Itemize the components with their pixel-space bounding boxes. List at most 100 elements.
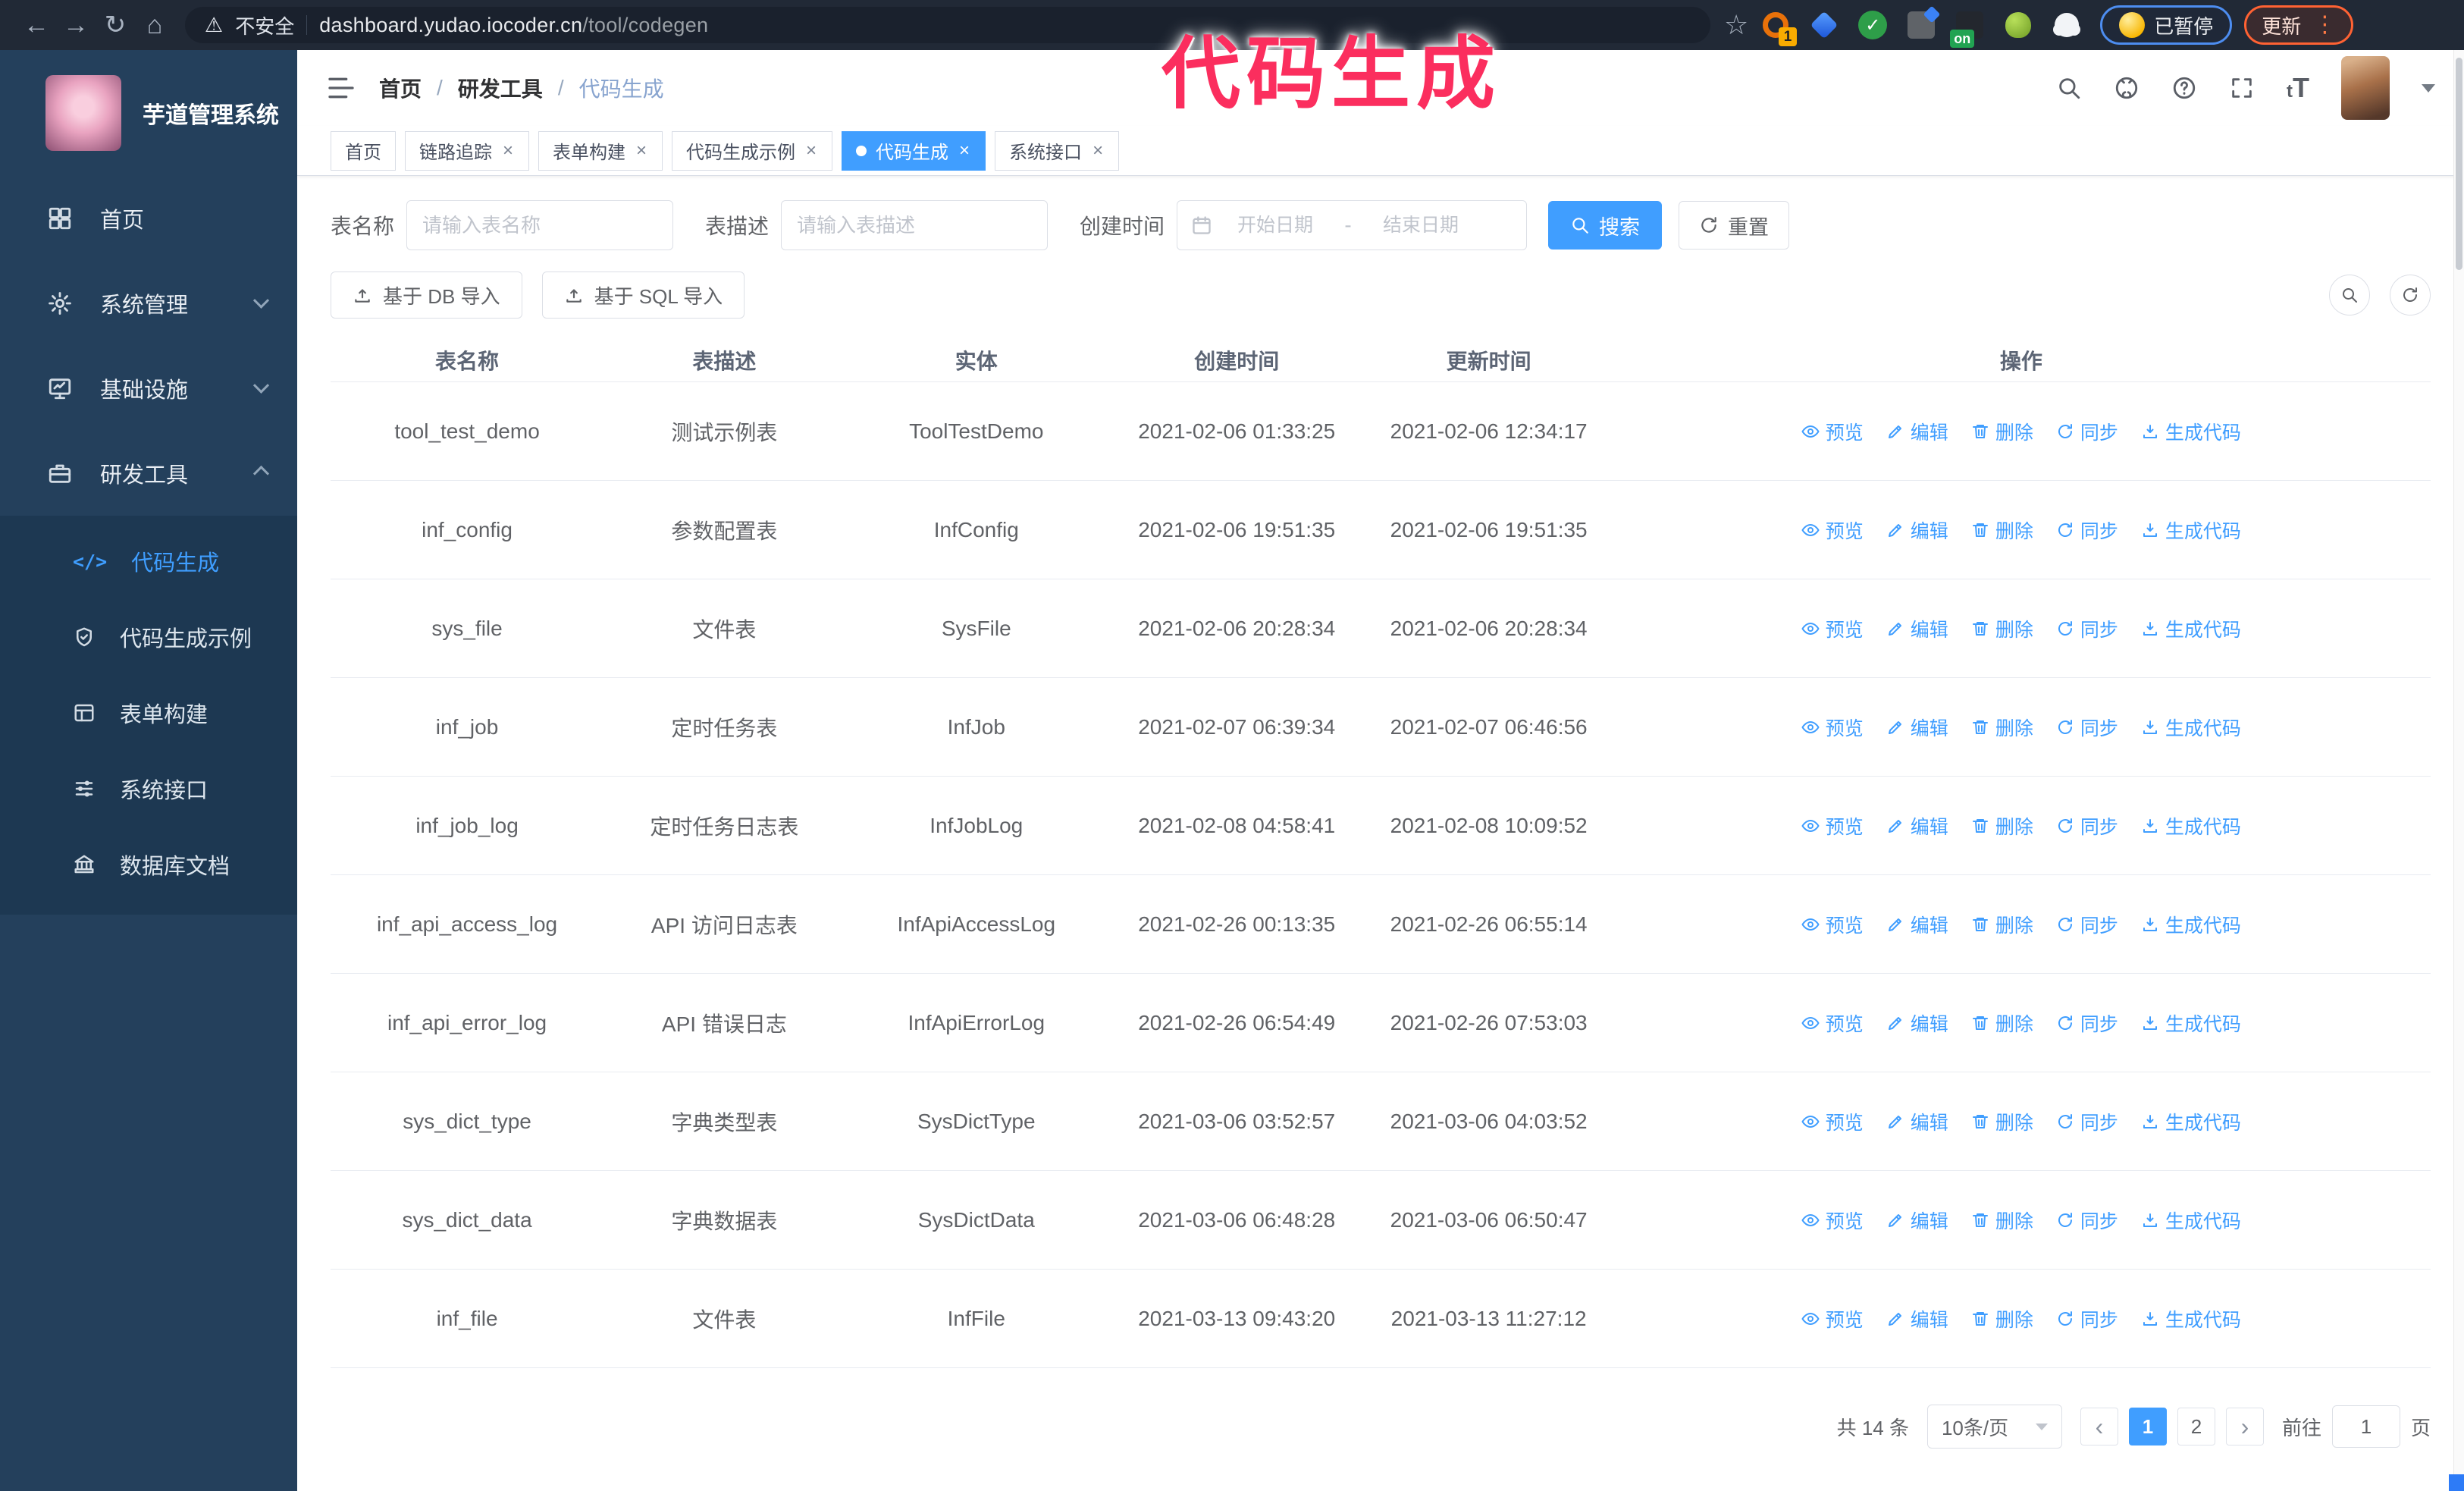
toggle-search-button[interactable] bbox=[2329, 275, 2370, 315]
end-date-input[interactable] bbox=[1364, 214, 1478, 237]
close-icon[interactable]: × bbox=[635, 141, 648, 160]
bookmark-star-icon[interactable]: ☆ bbox=[1724, 9, 1748, 41]
delete-link[interactable]: 删除 bbox=[1971, 812, 2033, 840]
extension-gem-icon[interactable] bbox=[1809, 10, 1839, 40]
preview-link[interactable]: 预览 bbox=[1801, 1305, 1864, 1332]
generate-code-link[interactable]: 生成代码 bbox=[2141, 911, 2241, 938]
preview-link[interactable]: 预览 bbox=[1801, 714, 1864, 741]
avatar-caret-icon[interactable] bbox=[2422, 83, 2435, 93]
preview-link[interactable]: 预览 bbox=[1801, 1009, 1864, 1037]
delete-link[interactable]: 删除 bbox=[1971, 911, 2033, 938]
home-icon[interactable]: ⌂ bbox=[135, 5, 174, 45]
tab-tracing[interactable]: 链路追踪 × bbox=[405, 130, 530, 171]
sync-link[interactable]: 同步 bbox=[2056, 1207, 2118, 1234]
delete-link[interactable]: 删除 bbox=[1971, 516, 2033, 544]
tab-codegen[interactable]: 代码生成 × bbox=[842, 130, 986, 171]
profile-paused-badge[interactable]: 已暂停 bbox=[2100, 5, 2233, 45]
kebab-menu-icon[interactable]: ⋮ bbox=[2313, 14, 2336, 36]
preview-link[interactable]: 预览 bbox=[1801, 516, 1864, 544]
breadcrumb-section[interactable]: 研发工具 bbox=[458, 73, 543, 103]
import-db-button[interactable]: 基于 DB 导入 bbox=[331, 272, 522, 319]
close-icon[interactable]: × bbox=[804, 141, 818, 160]
extension-grid-icon[interactable] bbox=[1906, 10, 1936, 40]
next-page-button[interactable]: › bbox=[2225, 1408, 2264, 1445]
generate-code-link[interactable]: 生成代码 bbox=[2141, 1207, 2241, 1234]
font-size-icon[interactable]: tT bbox=[2287, 74, 2309, 102]
edit-link[interactable]: 编辑 bbox=[1886, 615, 1948, 642]
edit-link[interactable]: 编辑 bbox=[1886, 1305, 1948, 1332]
page-scrollbar[interactable] bbox=[2453, 50, 2464, 1491]
table-desc-input[interactable] bbox=[781, 200, 1049, 250]
table-name-input[interactable] bbox=[406, 200, 674, 250]
extension-check-icon[interactable]: ✓ bbox=[1857, 10, 1888, 40]
start-date-input[interactable] bbox=[1218, 214, 1333, 237]
generate-code-link[interactable]: 生成代码 bbox=[2141, 1305, 2241, 1332]
edit-link[interactable]: 编辑 bbox=[1886, 418, 1948, 445]
delete-link[interactable]: 删除 bbox=[1971, 418, 2033, 445]
edit-link[interactable]: 编辑 bbox=[1886, 516, 1948, 544]
search-icon[interactable] bbox=[2056, 75, 2082, 101]
sync-link[interactable]: 同步 bbox=[2056, 911, 2118, 938]
tab-codegen-example[interactable]: 代码生成示例 × bbox=[672, 130, 833, 171]
delete-link[interactable]: 删除 bbox=[1971, 1108, 2033, 1135]
delete-link[interactable]: 删除 bbox=[1971, 1009, 2033, 1037]
user-avatar[interactable] bbox=[2341, 56, 2390, 120]
sidebar-item-codegen-example[interactable]: 代码生成示例 bbox=[0, 599, 297, 675]
sidebar-item-form-builder[interactable]: 表单构建 bbox=[0, 675, 297, 751]
tab-form-builder[interactable]: 表单构建 × bbox=[538, 130, 663, 171]
preview-link[interactable]: 预览 bbox=[1801, 1108, 1864, 1135]
preview-link[interactable]: 预览 bbox=[1801, 615, 1864, 642]
sync-link[interactable]: 同步 bbox=[2056, 1108, 2118, 1135]
close-icon[interactable]: × bbox=[501, 141, 515, 160]
generate-code-link[interactable]: 生成代码 bbox=[2141, 418, 2241, 445]
forward-icon[interactable]: → bbox=[56, 5, 96, 45]
github-icon[interactable] bbox=[2114, 75, 2140, 101]
sync-link[interactable]: 同步 bbox=[2056, 615, 2118, 642]
app-logo[interactable]: 芋道管理系统 bbox=[0, 50, 297, 176]
sidebar-item-system-api[interactable]: 系统接口 bbox=[0, 751, 297, 827]
tab-system-api[interactable]: 系统接口 × bbox=[995, 130, 1120, 171]
sidebar-item-db-doc[interactable]: 数据库文档 bbox=[0, 827, 297, 902]
close-icon[interactable]: × bbox=[958, 141, 971, 160]
sidebar-item-codegen[interactable]: </> 代码生成 bbox=[0, 523, 297, 599]
sync-link[interactable]: 同步 bbox=[2056, 418, 2118, 445]
edit-link[interactable]: 编辑 bbox=[1886, 1009, 1948, 1037]
refresh-button[interactable] bbox=[2390, 275, 2431, 315]
delete-link[interactable]: 删除 bbox=[1971, 1305, 2033, 1332]
breadcrumb-home[interactable]: 首页 bbox=[379, 73, 422, 103]
delete-link[interactable]: 删除 bbox=[1971, 1207, 2033, 1234]
edit-link[interactable]: 编辑 bbox=[1886, 714, 1948, 741]
extension-orange-icon[interactable]: 1 bbox=[1760, 10, 1798, 46]
reload-icon[interactable]: ↻ bbox=[96, 5, 135, 45]
sync-link[interactable]: 同步 bbox=[2056, 516, 2118, 544]
edit-link[interactable]: 编辑 bbox=[1886, 1207, 1948, 1234]
sync-link[interactable]: 同步 bbox=[2056, 812, 2118, 840]
fullscreen-icon[interactable] bbox=[2229, 75, 2255, 101]
extension-on-icon[interactable]: on bbox=[1950, 10, 1985, 48]
sync-link[interactable]: 同步 bbox=[2056, 1305, 2118, 1332]
search-button[interactable]: 搜索 bbox=[1548, 201, 1663, 250]
tab-home[interactable]: 首页 bbox=[331, 130, 396, 171]
generate-code-link[interactable]: 生成代码 bbox=[2141, 1009, 2241, 1037]
hamburger-icon[interactable] bbox=[326, 73, 356, 103]
preview-link[interactable]: 预览 bbox=[1801, 1207, 1864, 1234]
generate-code-link[interactable]: 生成代码 bbox=[2141, 812, 2241, 840]
generate-code-link[interactable]: 生成代码 bbox=[2141, 1108, 2241, 1135]
close-icon[interactable]: × bbox=[1091, 141, 1105, 160]
generate-code-link[interactable]: 生成代码 bbox=[2141, 714, 2241, 741]
delete-link[interactable]: 删除 bbox=[1971, 714, 2033, 741]
page-size-select[interactable]: 10条/页 bbox=[1926, 1405, 2062, 1449]
edit-link[interactable]: 编辑 bbox=[1886, 1108, 1948, 1135]
scrollbar-thumb[interactable] bbox=[2456, 58, 2462, 270]
sidebar-item-infra[interactable]: 基础设施 bbox=[0, 346, 297, 431]
sidebar-item-devtools[interactable]: 研发工具 bbox=[0, 431, 297, 516]
preview-link[interactable]: 预览 bbox=[1801, 911, 1864, 938]
sidebar-item-home[interactable]: 首页 bbox=[0, 176, 297, 261]
help-icon[interactable] bbox=[2171, 75, 2197, 101]
sync-link[interactable]: 同步 bbox=[2056, 1009, 2118, 1037]
delete-link[interactable]: 删除 bbox=[1971, 615, 2033, 642]
preview-link[interactable]: 预览 bbox=[1801, 812, 1864, 840]
browser-update-button[interactable]: 更新 ⋮ bbox=[2244, 5, 2354, 45]
reset-button[interactable]: 重置 bbox=[1679, 201, 1790, 250]
generate-code-link[interactable]: 生成代码 bbox=[2141, 516, 2241, 544]
